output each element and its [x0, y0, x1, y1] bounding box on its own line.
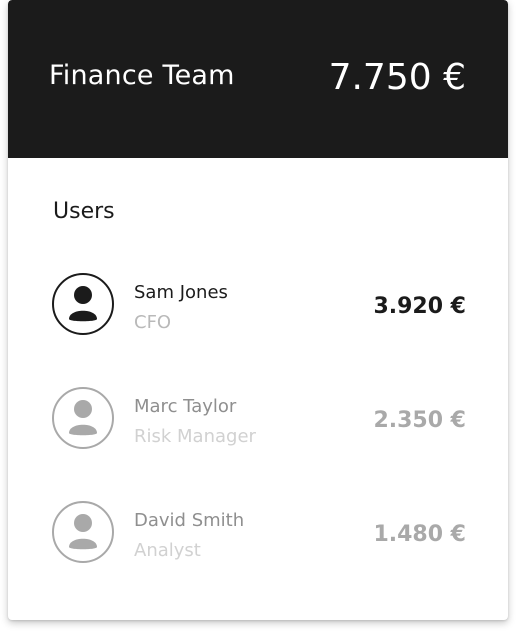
user-amount: 2.350 €: [373, 408, 466, 433]
user-amount: 1.480 €: [373, 522, 466, 547]
user-role: CFO: [134, 312, 172, 333]
team-card: Finance Team 7.750 € Users Sam Jones CFO…: [8, 0, 508, 620]
user-name: Marc Taylor: [134, 396, 237, 417]
team-total: 7.750 €: [328, 57, 466, 98]
user-avatar-icon: [52, 501, 114, 563]
user-avatar-icon: [52, 273, 114, 335]
team-name: Finance Team: [49, 60, 235, 91]
user-row-david-smith[interactable]: David Smith Analyst 1.480 €: [8, 501, 508, 565]
user-avatar-icon: [52, 387, 114, 449]
card-header: Finance Team 7.750 €: [8, 0, 508, 158]
user-row-marc-taylor[interactable]: Marc Taylor Risk Manager 2.350 €: [8, 387, 508, 451]
user-role: Risk Manager: [134, 426, 256, 447]
user-name: David Smith: [134, 510, 245, 531]
user-amount: 3.920 €: [373, 294, 466, 319]
user-name: Sam Jones: [134, 282, 228, 303]
user-row-sam-jones[interactable]: Sam Jones CFO 3.920 €: [8, 273, 508, 337]
users-section-title: Users: [53, 199, 115, 224]
user-role: Analyst: [134, 540, 201, 561]
